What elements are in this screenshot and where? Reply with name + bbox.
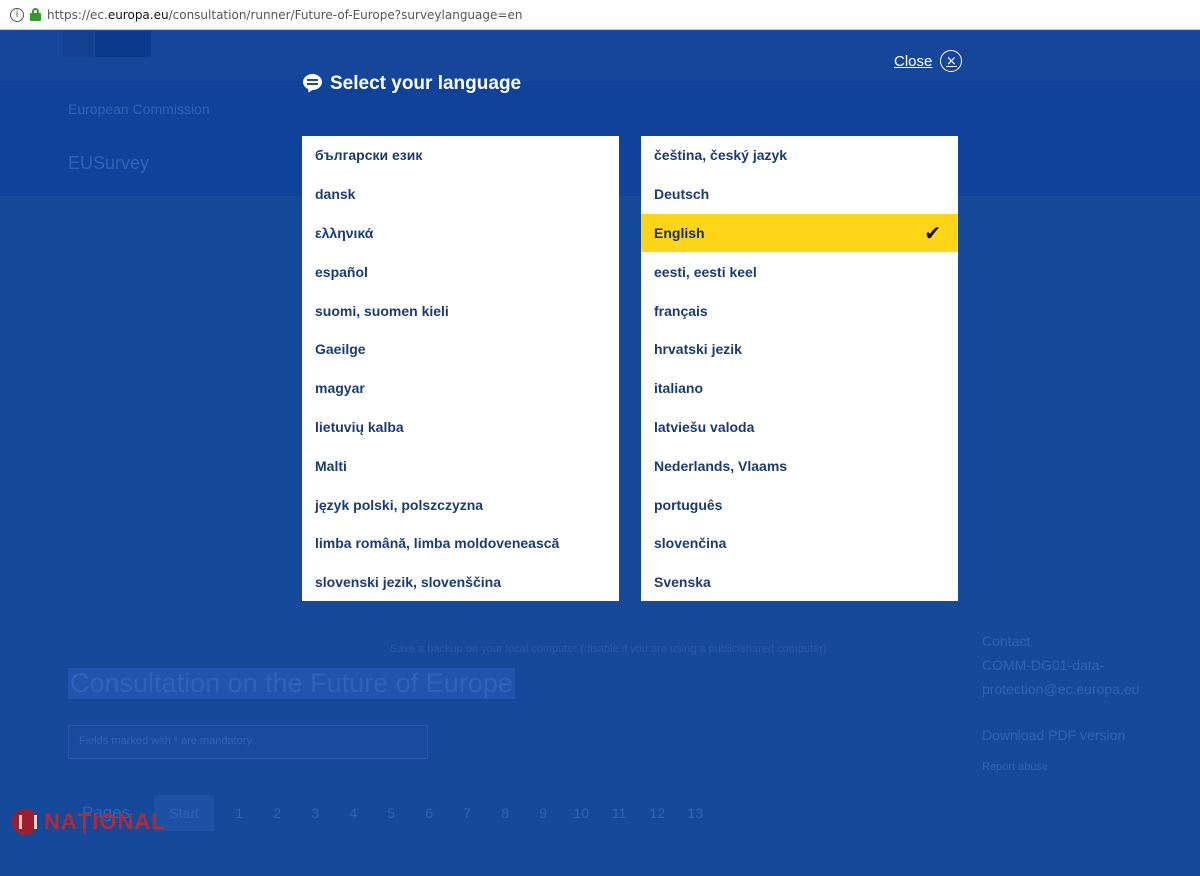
background-pagination: Pages Start 1 2 3 4 5 6 7 8 9 10 11 12 1… (82, 795, 714, 831)
language-option[interactable]: Svenska (641, 563, 958, 602)
language-option[interactable]: italiano (641, 369, 958, 408)
page-link: 13 (687, 805, 703, 821)
language-option-label: lietuvių kalba (315, 418, 404, 435)
language-option[interactable]: български език (302, 136, 619, 175)
background-logo-left (63, 31, 93, 57)
language-option[interactable]: lietuvių kalba (302, 408, 619, 447)
language-option-label: čeština, český jazyk (654, 147, 788, 164)
background-header (0, 31, 1200, 81)
page-link: 10 (573, 805, 589, 821)
language-option[interactable]: hrvatski jezik (641, 330, 958, 369)
language-option[interactable]: slovenski jezik, slovenščina (302, 563, 619, 602)
lock-icon[interactable] (30, 8, 41, 21)
language-option-label: język polski, polszczyzna (315, 496, 484, 513)
background-sidebar: Contact COMM-DG01-data- protection@ec.eu… (982, 629, 1139, 779)
language-option[interactable]: ελληνικά (302, 214, 619, 253)
page-link: 12 (649, 805, 665, 821)
page-link: 2 (273, 805, 282, 821)
language-option[interactable]: język polski, polszczyzna (302, 485, 619, 524)
contact-label: Contact (982, 633, 1031, 649)
language-option-label: English (654, 224, 705, 241)
language-option[interactable]: Deutsch (641, 175, 958, 214)
language-option-label: ελληνικά (315, 224, 374, 241)
contact-line: COMM-DG01-data- (982, 657, 1105, 673)
page-link: 8 (501, 805, 510, 821)
language-option-label: eesti, eesti keel (654, 263, 757, 280)
page-link: 1 (235, 805, 244, 821)
language-option[interactable]: magyar (302, 369, 619, 408)
watermark-icon (12, 809, 38, 835)
language-option[interactable]: dansk (302, 175, 619, 214)
modal-title: Select your language (303, 73, 521, 95)
language-option[interactable]: slovenčina (641, 524, 958, 563)
language-option-label: français (654, 302, 708, 319)
background-logo (95, 31, 151, 57)
language-option-label: latviešu valoda (654, 418, 755, 435)
language-option[interactable]: čeština, český jazyk (641, 136, 958, 175)
language-option-label: Malti (315, 457, 347, 474)
language-option-label: dansk (315, 186, 356, 203)
close-label: Close (894, 52, 933, 70)
background-info-box: Fields marked with * are mandatory. (68, 725, 428, 759)
language-option-label: Deutsch (654, 186, 710, 203)
language-option[interactable]: français (641, 291, 958, 330)
language-option[interactable]: limba română, limba moldovenească (302, 524, 619, 563)
language-option[interactable]: Malti (302, 446, 619, 485)
download-pdf-link: Download PDF version (982, 727, 1126, 743)
page-link: 6 (425, 805, 434, 821)
language-option-label: limba română, limba moldovenească (315, 535, 560, 552)
page-link: 9 (539, 805, 548, 821)
language-option[interactable]: Nederlands, Vlaams (641, 446, 958, 485)
language-list-right: čeština, český jazyk Deutsch English ✔ eesti… (641, 136, 958, 601)
page-link: 4 (349, 805, 358, 821)
watermark-logo: NAȚIONAL (12, 809, 166, 835)
language-option-label: Svenska (654, 574, 711, 591)
page-link: 5 (387, 805, 396, 821)
close-button[interactable]: Close × (894, 50, 963, 72)
language-option-label: slovenski jezik, slovenščina (315, 574, 501, 591)
browser-address-bar[interactable]: i https://ec.europa.eu/consultation/runn… (0, 0, 1200, 30)
language-option-label: suomi, suomen kieli (315, 302, 449, 319)
checkmark-icon: ✔ (924, 220, 941, 245)
watermark-text: NAȚIONAL (44, 809, 166, 834)
language-option-label: español (315, 263, 368, 280)
language-option[interactable]: latviešu valoda (641, 408, 958, 447)
language-list-left: български език dansk ελληνικά español suomi,… (302, 136, 619, 601)
language-option-label: български език (315, 147, 423, 164)
background-backup-checkbox-text: Save a backup on your local computer (di… (390, 643, 827, 655)
close-icon: × (940, 50, 963, 72)
language-option-label: magyar (315, 380, 365, 397)
background-breadcrumb: European Commission (68, 101, 210, 117)
language-option[interactable]: português (641, 485, 958, 524)
language-option-label: italiano (654, 380, 704, 397)
page-link: 11 (611, 805, 627, 821)
background-survey-title: Consultation on the Future of Europe (68, 668, 515, 699)
page-link: 3 (311, 805, 320, 821)
language-option[interactable]: Gaeilge (302, 330, 619, 369)
language-option-label: Gaeilge (315, 341, 366, 358)
modal-title-text: Select your language (330, 73, 522, 94)
info-icon[interactable]: i (10, 7, 24, 22)
background-site-name: EUSurvey (68, 153, 150, 173)
url-text[interactable]: https://ec.europa.eu/consultation/runner… (47, 8, 522, 22)
language-option[interactable]: eesti, eesti keel (641, 252, 958, 291)
speech-bubble-icon (303, 74, 323, 95)
language-option-label: slovenčina (654, 535, 727, 552)
language-option[interactable]: suomi, suomen kieli (302, 291, 619, 330)
language-option-selected[interactable]: English ✔ (641, 213, 958, 253)
page-link: 7 (463, 805, 472, 821)
contact-line: protection@ec.europa.eu (982, 681, 1140, 697)
report-abuse-link: Report abuse (982, 761, 1049, 773)
language-option-label: hrvatski jezik (654, 341, 742, 358)
language-option-label: Nederlands, Vlaams (654, 457, 788, 474)
language-option-label: português (654, 496, 723, 513)
language-option[interactable]: español (302, 252, 619, 291)
